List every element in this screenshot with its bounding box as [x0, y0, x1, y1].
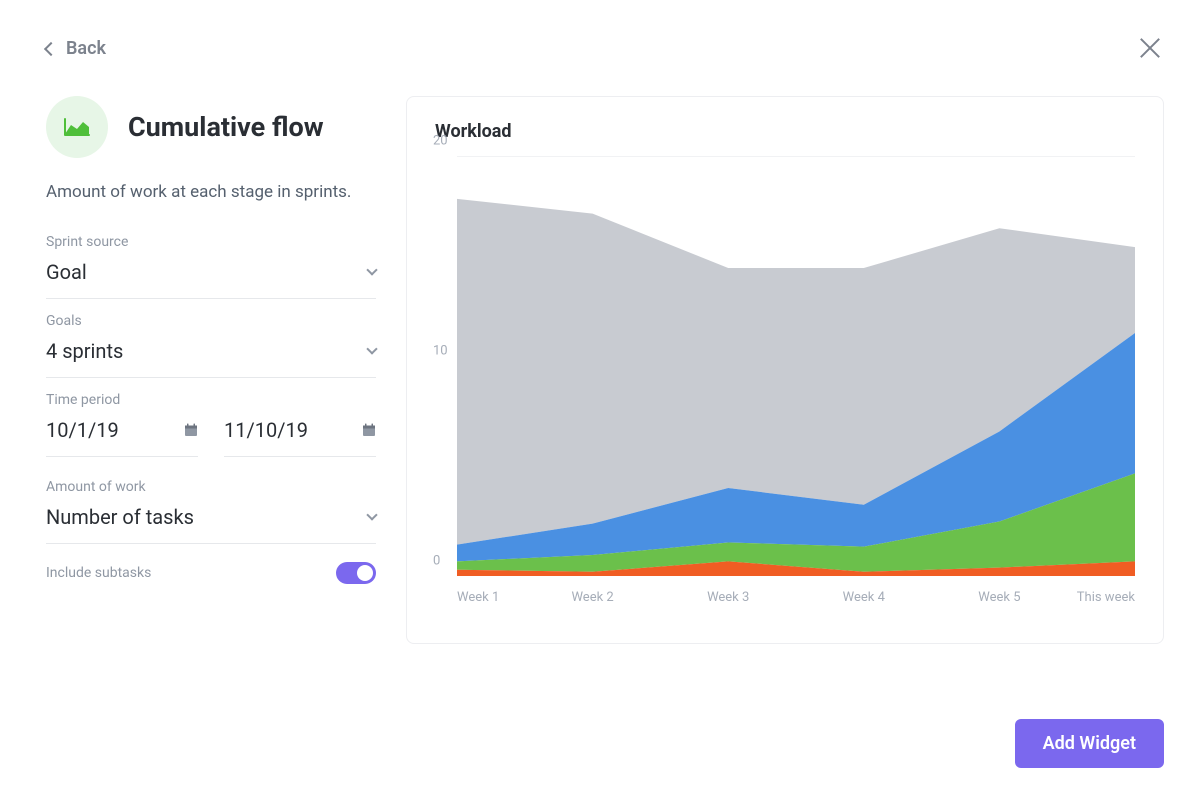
start-date-input[interactable]: 10/1/19	[46, 418, 198, 457]
start-date-value: 10/1/19	[46, 418, 119, 442]
chart-x-tick: Week 2	[525, 590, 661, 605]
close-button[interactable]	[1136, 34, 1164, 62]
chart-x-axis: Week 1Week 2Week 3Week 4Week 5This week	[457, 590, 1135, 605]
calendar-icon	[184, 423, 198, 437]
settings-panel: Cumulative flow Amount of work at each s…	[46, 96, 376, 644]
chart-y-tick: 20	[433, 134, 448, 149]
chart-plot-area: 01020	[457, 156, 1135, 576]
add-widget-label: Add Widget	[1043, 733, 1136, 754]
time-period-label: Time period	[46, 392, 376, 408]
chart-x-tick: Week 3	[660, 590, 796, 605]
chart-x-tick: Week 4	[796, 590, 932, 605]
include-subtasks-toggle[interactable]	[336, 562, 376, 584]
amount-select[interactable]: Number of tasks	[46, 505, 376, 544]
amount-label: Amount of work	[46, 479, 376, 495]
chevron-down-icon	[366, 509, 377, 520]
sprint-source-select[interactable]: Goal	[46, 260, 376, 299]
goals-value: 4 sprints	[46, 339, 123, 363]
chart-card: Workload 01020 Week 1Week 2Week 3Week 4W…	[406, 96, 1164, 644]
cumulative-flow-icon	[46, 96, 108, 158]
page-subtitle: Amount of work at each stage in sprints.	[46, 180, 376, 206]
back-label: Back	[66, 38, 106, 59]
sprint-source-label: Sprint source	[46, 234, 376, 250]
calendar-icon	[362, 423, 376, 437]
chevron-left-icon	[44, 42, 58, 56]
chevron-down-icon	[366, 264, 377, 275]
chart-y-tick: 10	[433, 344, 448, 359]
goals-label: Goals	[46, 313, 376, 329]
end-date-input[interactable]: 11/10/19	[224, 418, 376, 457]
back-button[interactable]: Back	[46, 38, 106, 59]
chart-x-tick: Week 5	[932, 590, 1068, 605]
include-subtasks-label: Include subtasks	[46, 565, 151, 581]
chevron-down-icon	[366, 343, 377, 354]
goals-select[interactable]: 4 sprints	[46, 339, 376, 378]
chart-title: Workload	[435, 121, 1135, 142]
add-widget-button[interactable]: Add Widget	[1015, 719, 1164, 768]
page-title: Cumulative flow	[128, 111, 324, 143]
chart-x-tick: Week 1	[457, 590, 525, 605]
end-date-value: 11/10/19	[224, 418, 308, 442]
chart-x-tick: This week	[1067, 590, 1135, 605]
sprint-source-value: Goal	[46, 260, 87, 284]
chart-y-tick: 0	[433, 554, 440, 569]
amount-value: Number of tasks	[46, 505, 194, 529]
